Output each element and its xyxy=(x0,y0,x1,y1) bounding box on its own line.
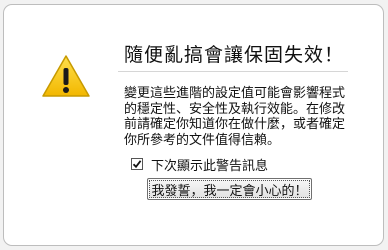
confirm-button[interactable]: 我發誓，我一定會小心的！ xyxy=(147,178,312,200)
show-warning-checkbox-row[interactable]: 下次顯示此警告訊息 xyxy=(131,156,269,174)
warning-dialog: 隨便亂搞會讓保固失效！ 變更這些進階的設定值可能會影響程式的穩定性、安全性及執行… xyxy=(3,4,384,246)
title-divider xyxy=(118,71,348,72)
show-warning-checkbox[interactable] xyxy=(131,158,143,170)
checkmark-icon xyxy=(132,160,142,169)
dialog-title: 隨便亂搞會讓保固失效！ xyxy=(124,44,345,66)
show-warning-checkbox-label: 下次顯示此警告訊息 xyxy=(151,158,269,174)
page: 隨便亂搞會讓保固失效！ 變更這些進階的設定值可能會影響程式的穩定性、安全性及執行… xyxy=(0,0,388,250)
warning-message: 變更這些進階的設定值可能會影響程式的穩定性、安全性及執行效能。在修改前請確定你知… xyxy=(124,86,346,148)
warning-icon xyxy=(42,55,90,97)
